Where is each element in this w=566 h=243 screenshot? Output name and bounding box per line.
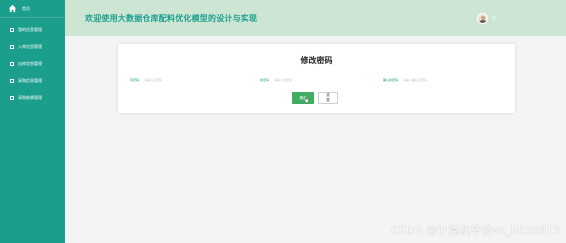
old-password-label: 原密码:	[130, 78, 141, 82]
confirm-password-label: 确认新密码:	[383, 78, 400, 82]
sidebar-menu: 我的信息管理 入库信息管理 出库信息管理 采购信息管理 采购结果管理	[0, 21, 65, 106]
form-title: 修改密码	[300, 56, 333, 65]
top-header: 欢迎使用大数据仓库配料优化模型的设计与实现 Ff	[65, 0, 566, 36]
sidebar-item-purchase[interactable]: 采购信息管理	[0, 72, 65, 89]
edit-icon	[10, 27, 14, 32]
sidebar-item-label: 出库信息管理	[18, 60, 42, 66]
avatar[interactable]	[477, 13, 488, 24]
confirm-password-input[interactable]	[403, 77, 474, 83]
edit-icon	[10, 95, 14, 100]
new-password-label: 新密码:	[260, 78, 271, 82]
sidebar-item-label: 采购结果管理	[18, 94, 42, 100]
change-password-card: 修改密码 原密码: 新密码: 确认新密码: 确定 重置	[118, 44, 515, 113]
sidebar-item-label: 采购信息管理	[18, 77, 42, 83]
sidebar: 首页 我的信息管理 入库信息管理 出库信息管理 采购信息管理 采购结果管理	[0, 0, 65, 243]
reset-button[interactable]: 重置	[318, 92, 338, 104]
home-icon	[8, 4, 17, 13]
new-password-input[interactable]	[274, 77, 345, 83]
sidebar-home[interactable]: 首页	[0, 0, 65, 18]
watermark: CSDN @计算机毕设vx_BS30813	[391, 224, 560, 237]
edit-icon	[10, 44, 14, 49]
old-password-input[interactable]	[144, 77, 215, 83]
sidebar-item-my-info[interactable]: 我的信息管理	[0, 21, 65, 38]
pointer-cursor-icon	[304, 97, 309, 103]
confirm-password-field: 确认新密码:	[383, 76, 474, 84]
user-name[interactable]: Ff	[492, 16, 496, 21]
old-password-field: 原密码:	[130, 76, 215, 84]
sidebar-item-inbound[interactable]: 入库信息管理	[0, 38, 65, 55]
sidebar-item-label: 我的信息管理	[18, 26, 42, 32]
page-title: 欢迎使用大数据仓库配料优化模型的设计与实现	[85, 14, 258, 23]
confirm-button[interactable]: 确定	[292, 92, 314, 104]
home-label: 首页	[22, 5, 30, 11]
edit-icon	[10, 78, 14, 83]
sidebar-item-purchase-result[interactable]: 采购结果管理	[0, 89, 65, 106]
sidebar-item-outbound[interactable]: 出库信息管理	[0, 55, 65, 72]
new-password-field: 新密码:	[260, 76, 345, 84]
sidebar-item-label: 入库信息管理	[18, 43, 42, 49]
edit-icon	[10, 61, 14, 66]
